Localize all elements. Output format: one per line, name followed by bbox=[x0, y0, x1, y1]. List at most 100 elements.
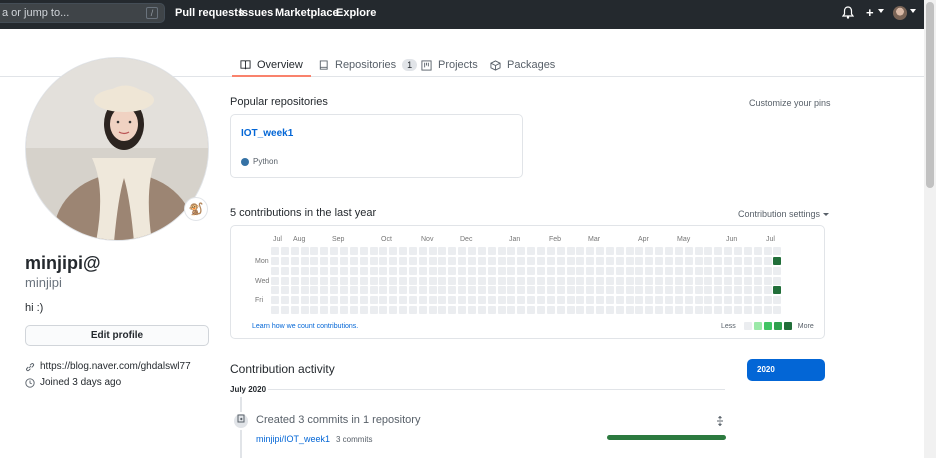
calendar-day[interactable] bbox=[488, 286, 496, 294]
calendar-day[interactable] bbox=[468, 286, 476, 294]
calendar-day[interactable] bbox=[389, 257, 397, 265]
calendar-day[interactable] bbox=[340, 277, 348, 285]
calendar-day[interactable] bbox=[685, 247, 693, 255]
calendar-day[interactable] bbox=[419, 306, 427, 314]
calendar-day[interactable] bbox=[419, 247, 427, 255]
calendar-day[interactable] bbox=[606, 257, 614, 265]
calendar-day[interactable] bbox=[301, 296, 309, 304]
calendar-day[interactable] bbox=[468, 306, 476, 314]
calendar-day[interactable] bbox=[734, 277, 742, 285]
calendar-day[interactable] bbox=[271, 296, 279, 304]
calendar-day[interactable] bbox=[744, 257, 752, 265]
calendar-day[interactable] bbox=[350, 306, 358, 314]
calendar-day[interactable] bbox=[764, 296, 772, 304]
calendar-day[interactable] bbox=[567, 267, 575, 275]
calendar-day[interactable] bbox=[429, 296, 437, 304]
calendar-day[interactable] bbox=[645, 306, 653, 314]
pinned-repo-name[interactable]: IOT_week1 bbox=[241, 128, 293, 139]
calendar-day[interactable] bbox=[399, 306, 407, 314]
calendar-day[interactable] bbox=[310, 257, 318, 265]
calendar-day[interactable] bbox=[635, 277, 643, 285]
calendar-day[interactable] bbox=[537, 267, 545, 275]
calendar-day[interactable] bbox=[675, 306, 683, 314]
calendar-day[interactable] bbox=[527, 306, 535, 314]
calendar-day[interactable] bbox=[281, 286, 289, 294]
calendar-day[interactable] bbox=[635, 286, 643, 294]
calendar-day[interactable] bbox=[488, 257, 496, 265]
calendar-day[interactable] bbox=[635, 247, 643, 255]
calendar-day[interactable] bbox=[320, 277, 328, 285]
calendar-day[interactable] bbox=[724, 286, 732, 294]
calendar-day[interactable] bbox=[606, 286, 614, 294]
calendar-day[interactable] bbox=[281, 277, 289, 285]
unfold-icon[interactable] bbox=[715, 415, 725, 429]
calendar-day[interactable] bbox=[704, 306, 712, 314]
calendar-day[interactable] bbox=[429, 257, 437, 265]
calendar-day[interactable] bbox=[507, 257, 515, 265]
calendar-day[interactable] bbox=[665, 247, 673, 255]
calendar-day[interactable] bbox=[596, 267, 604, 275]
calendar-day[interactable] bbox=[379, 286, 387, 294]
calendar-day[interactable] bbox=[389, 296, 397, 304]
calendar-day[interactable] bbox=[389, 306, 397, 314]
calendar-day[interactable] bbox=[468, 277, 476, 285]
calendar-day[interactable] bbox=[478, 277, 486, 285]
calendar-day[interactable] bbox=[498, 296, 506, 304]
calendar-day[interactable] bbox=[567, 286, 575, 294]
calendar-day[interactable] bbox=[438, 286, 446, 294]
learn-contributions-link[interactable]: Learn how we count contributions. bbox=[252, 323, 358, 330]
calendar-day[interactable] bbox=[498, 286, 506, 294]
calendar-day[interactable] bbox=[734, 296, 742, 304]
calendar-day[interactable] bbox=[458, 257, 466, 265]
scrollbar-thumb[interactable] bbox=[926, 2, 934, 188]
calendar-day[interactable] bbox=[340, 296, 348, 304]
calendar-day[interactable] bbox=[695, 296, 703, 304]
calendar-day[interactable] bbox=[310, 296, 318, 304]
calendar-day[interactable] bbox=[527, 286, 535, 294]
calendar-day[interactable] bbox=[596, 286, 604, 294]
calendar-day[interactable] bbox=[488, 247, 496, 255]
calendar-day[interactable] bbox=[409, 267, 417, 275]
calendar-day[interactable] bbox=[547, 267, 555, 275]
calendar-day[interactable] bbox=[714, 286, 722, 294]
calendar-day[interactable] bbox=[547, 257, 555, 265]
calendar-day[interactable] bbox=[773, 247, 781, 255]
calendar-day[interactable] bbox=[360, 267, 368, 275]
calendar-day[interactable] bbox=[271, 277, 279, 285]
calendar-day[interactable] bbox=[429, 306, 437, 314]
edit-profile-button[interactable]: Edit profile bbox=[25, 325, 209, 346]
calendar-day[interactable] bbox=[665, 296, 673, 304]
calendar-day[interactable] bbox=[527, 296, 535, 304]
set-status-button[interactable]: 🐒 bbox=[184, 197, 208, 221]
calendar-day[interactable] bbox=[567, 277, 575, 285]
calendar-day[interactable] bbox=[744, 286, 752, 294]
calendar-day[interactable] bbox=[754, 257, 762, 265]
calendar-day[interactable] bbox=[773, 277, 781, 285]
calendar-day[interactable] bbox=[507, 247, 515, 255]
calendar-day[interactable] bbox=[616, 277, 624, 285]
calendar-day[interactable] bbox=[576, 277, 584, 285]
calendar-day[interactable] bbox=[695, 286, 703, 294]
calendar-day[interactable] bbox=[271, 247, 279, 255]
calendar-day[interactable] bbox=[419, 286, 427, 294]
calendar-day[interactable] bbox=[370, 267, 378, 275]
calendar-day[interactable] bbox=[478, 247, 486, 255]
calendar-day[interactable] bbox=[764, 247, 772, 255]
calendar-day[interactable] bbox=[301, 257, 309, 265]
calendar-day[interactable] bbox=[291, 267, 299, 275]
calendar-day[interactable] bbox=[271, 286, 279, 294]
calendar-day[interactable] bbox=[596, 257, 604, 265]
calendar-day[interactable] bbox=[498, 257, 506, 265]
calendar-day[interactable] bbox=[567, 306, 575, 314]
calendar-day[interactable] bbox=[517, 247, 525, 255]
calendar-day[interactable] bbox=[635, 267, 643, 275]
calendar-day[interactable] bbox=[655, 286, 663, 294]
calendar-day[interactable] bbox=[409, 277, 417, 285]
calendar-day[interactable] bbox=[586, 247, 594, 255]
calendar-day[interactable] bbox=[665, 257, 673, 265]
calendar-day[interactable] bbox=[764, 286, 772, 294]
calendar-day[interactable] bbox=[537, 277, 545, 285]
calendar-day[interactable] bbox=[419, 296, 427, 304]
calendar-day[interactable] bbox=[695, 277, 703, 285]
calendar-day[interactable] bbox=[773, 267, 781, 275]
